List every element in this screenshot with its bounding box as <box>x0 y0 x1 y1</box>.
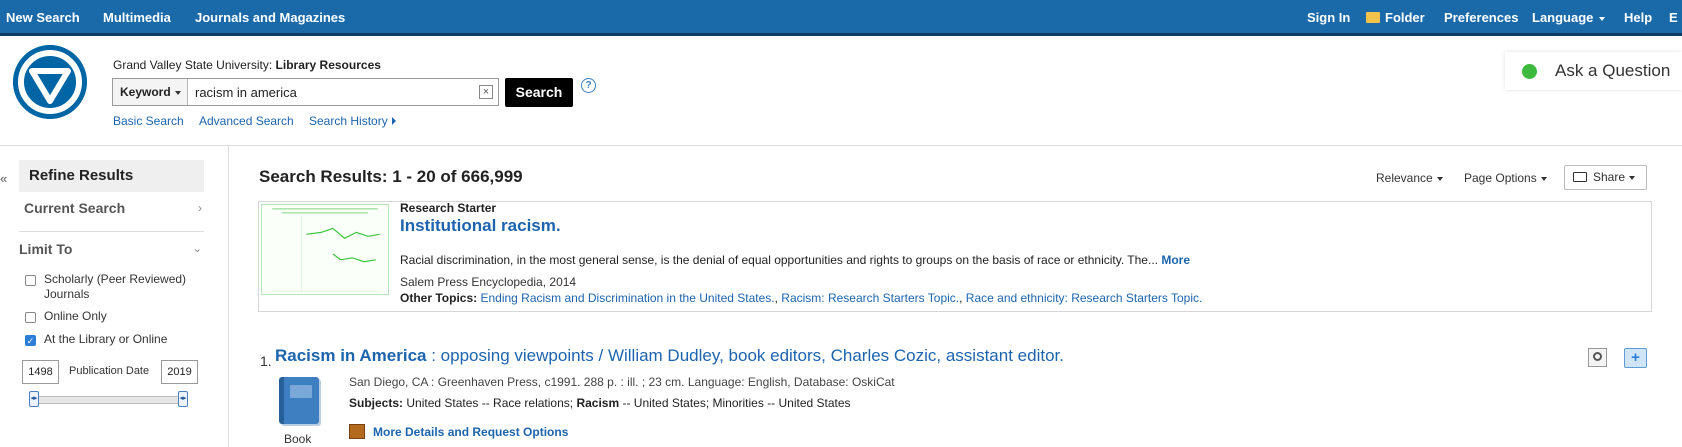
sort-relevance-dropdown[interactable]: Relevance <box>1376 171 1443 185</box>
university-logo[interactable] <box>13 45 87 119</box>
online-only-label: Online Only <box>44 309 107 323</box>
year-from-input[interactable]: 1498 <box>22 360 59 384</box>
current-search-label: Current Search <box>24 200 126 216</box>
search-button[interactable]: Search <box>505 78 573 107</box>
institution-name: Grand Valley State University: Library R… <box>113 58 381 72</box>
refine-results-heading: Refine Results <box>19 160 204 192</box>
share-label: Share <box>1593 170 1626 184</box>
research-starter-description: Racial discrimination, in the most gener… <box>400 253 1190 267</box>
subject-highlight: Racism <box>576 396 620 410</box>
subject-text: -- United States; Minorities -- United S… <box>619 396 851 410</box>
nav-language[interactable]: Language <box>1532 10 1606 25</box>
ask-question-widget[interactable]: Ask a Question <box>1505 52 1682 90</box>
library-or-online-checkbox[interactable]: ✓ <box>25 335 36 346</box>
research-starter-source: Salem Press Encyclopedia, 2014 <box>400 275 577 289</box>
search-box: Keyword × <box>112 78 499 106</box>
header-divider <box>0 145 1682 146</box>
institution-resources: Library Resources <box>275 58 381 72</box>
help-icon[interactable]: ? <box>581 78 596 93</box>
field-select-dropdown[interactable]: Keyword <box>113 79 188 105</box>
research-starter-topics: Other Topics: Ending Racism and Discrimi… <box>400 291 1203 305</box>
sort-label: Relevance <box>1376 171 1433 185</box>
sidebar-divider <box>19 231 204 232</box>
online-only-checkbox[interactable] <box>25 312 36 323</box>
collapse-sidebar-icon[interactable]: « <box>0 171 7 186</box>
preview-icon[interactable] <box>1588 348 1607 367</box>
clear-search-icon[interactable]: × <box>479 85 493 99</box>
page-options-dropdown[interactable]: Page Options <box>1464 171 1547 185</box>
online-status-icon <box>1522 64 1537 79</box>
research-starter-title[interactable]: Institutional racism. <box>400 216 561 236</box>
book-format-icon[interactable] <box>279 377 319 424</box>
basic-search-link[interactable]: Basic Search <box>113 114 184 128</box>
chevron-down-icon: ⌄ <box>192 243 202 255</box>
year-to-input[interactable]: 2019 <box>161 360 198 384</box>
nav-folder[interactable]: Folder <box>1366 10 1425 25</box>
scholarly-label: Scholarly (Peer Reviewed) Journals <box>44 272 187 301</box>
research-starter-label: Research Starter <box>400 201 497 215</box>
scholarly-checkbox[interactable] <box>25 275 36 286</box>
chevron-down-icon <box>1629 175 1636 180</box>
result-metadata: San Diego, CA : Greenhaven Press, c1991.… <box>349 375 895 389</box>
book-cover-label-icon <box>290 385 312 398</box>
research-starter-snippet: Racial discrimination, in the most gener… <box>400 253 1158 267</box>
research-starter-thumbnail[interactable] <box>261 204 389 295</box>
chevron-down-icon <box>1599 16 1606 21</box>
topic-link[interactable]: Race and ethnicity: Research Starters To… <box>966 291 1203 305</box>
publication-date-label: Publication Date <box>69 365 150 377</box>
add-to-folder-icon[interactable]: + <box>1624 348 1647 368</box>
other-topics-label: Other Topics: <box>400 291 478 305</box>
ask-question-label: Ask a Question <box>1555 61 1671 80</box>
result-title-link[interactable]: Racism in America : opposing viewpoints … <box>275 346 1064 366</box>
nav-new-search[interactable]: New Search <box>6 10 80 25</box>
nav-language-label: Language <box>1532 10 1594 25</box>
more-details-link[interactable]: More Details and Request Options <box>373 425 568 439</box>
refine-sidebar: « Refine Results Current Search › Limit T… <box>0 146 229 447</box>
subjects-label: Subjects: <box>349 396 404 410</box>
research-starter-card: Research Starter Institutional racism. R… <box>258 201 1652 312</box>
request-options-icon[interactable] <box>349 424 365 439</box>
result-title-main: Racism in America <box>275 346 427 365</box>
topic-link[interactable]: Ending Racism and Discrimination in the … <box>480 291 774 305</box>
chevron-down-icon <box>1540 176 1547 181</box>
slider-handle-right[interactable]: ◂▸ <box>178 391 188 407</box>
field-select-label: Keyword <box>120 85 171 99</box>
topic-link[interactable]: Racism: Research Starters Topic. <box>781 291 959 305</box>
library-or-online-label: At the Library or Online <box>44 332 168 346</box>
share-button[interactable]: Share <box>1564 165 1647 190</box>
nav-help[interactable]: Help <box>1624 10 1652 25</box>
chevron-right-icon: › <box>198 201 202 215</box>
search-input[interactable] <box>195 83 465 101</box>
search-results-summary: Search Results: 1 - 20 of 666,999 <box>259 167 523 186</box>
nav-sign-in[interactable]: Sign In <box>1307 10 1350 25</box>
subject-text: United States -- Race relations; <box>403 396 577 410</box>
magnifier-icon <box>1593 352 1602 361</box>
folder-icon <box>1366 12 1380 23</box>
research-starter-more-link[interactable]: More <box>1161 253 1190 267</box>
format-label: Book <box>284 432 312 446</box>
institution-label: Grand Valley State University: <box>113 58 273 72</box>
current-search-toggle[interactable]: Current Search › <box>24 198 202 218</box>
nav-exit[interactable]: E <box>1669 10 1678 25</box>
search-history-link[interactable]: Search History <box>309 114 396 128</box>
result-subjects: Subjects: United States -- Race relation… <box>349 396 851 410</box>
nav-multimedia[interactable]: Multimedia <box>103 10 171 25</box>
result-number: 1. <box>260 353 272 369</box>
date-range-slider[interactable] <box>33 396 184 404</box>
advanced-search-link[interactable]: Advanced Search <box>199 114 294 128</box>
nav-folder-label: Folder <box>1385 10 1425 25</box>
chevron-right-icon <box>391 117 396 125</box>
top-nav-bar: New Search Multimedia Journals and Magaz… <box>0 0 1682 36</box>
limit-to-toggle[interactable]: Limit To ⌄ <box>19 239 202 259</box>
limit-to-label: Limit To <box>19 241 73 257</box>
nav-journals-magazines[interactable]: Journals and Magazines <box>195 10 345 25</box>
search-history-label: Search History <box>309 114 388 128</box>
share-icon <box>1573 172 1587 182</box>
chevron-down-icon <box>174 90 181 95</box>
page-options-label: Page Options <box>1464 171 1537 185</box>
slider-handle-left[interactable]: ◂▸ <box>29 391 39 407</box>
chevron-down-icon <box>1436 176 1443 181</box>
result-title-rest: : opposing viewpoints / William Dudley, … <box>426 346 1064 365</box>
nav-preferences[interactable]: Preferences <box>1444 10 1518 25</box>
